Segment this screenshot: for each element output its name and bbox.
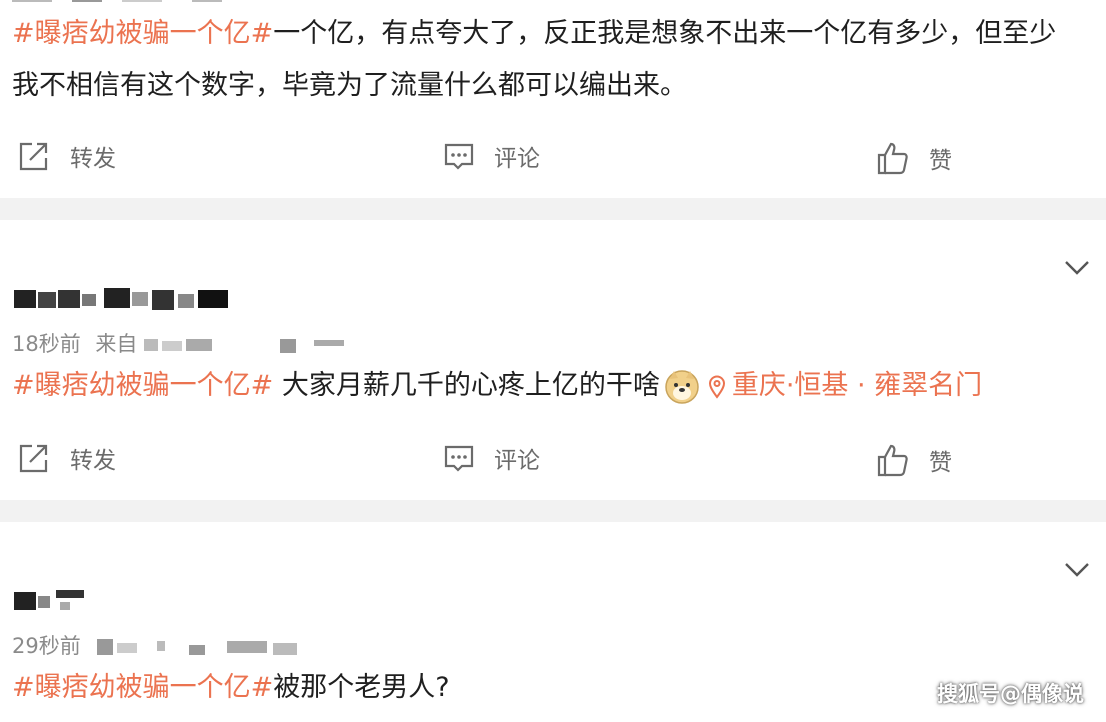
comment-icon — [444, 445, 474, 472]
hashtag-link[interactable]: #曝痞幼被骗一个亿# — [12, 18, 273, 49]
post-text: #曝痞幼被骗一个亿#被那个老男人? — [12, 664, 450, 712]
source-blurred — [144, 339, 345, 353]
comment-icon — [444, 143, 474, 170]
username-blurred[interactable] — [12, 588, 92, 614]
repost-label: 转发 — [70, 146, 116, 172]
like-label: 赞 — [929, 450, 952, 476]
chevron-down-icon[interactable] — [1064, 260, 1090, 276]
repost-icon — [19, 444, 48, 473]
repost-label: 转发 — [70, 448, 116, 474]
post-card-2: 18秒前 来自 #曝痞幼被骗一个亿# 大家月薪几千的心疼上亿的干啥 重庆·恒基 … — [0, 220, 1106, 498]
post-card-1: #曝痞幼被骗一个亿#一个亿，有点夸大了，反正我是想象不出来一个亿有多少，但至少 … — [0, 0, 1106, 198]
post-text: #曝痞幼被骗一个亿# 大家月薪几千的心疼上亿的干啥 重庆·恒基 · 雍翠名门 — [12, 362, 982, 410]
like-button[interactable]: 赞 — [877, 141, 952, 175]
post-text: #曝痞幼被骗一个亿#一个亿，有点夸大了，反正我是想象不出来一个亿有多少，但至少 — [12, 10, 1056, 58]
post-text-line-2: 我不相信有这个数字，毕竟为了流量什么都可以编出来。 — [12, 70, 687, 101]
comment-label: 评论 — [494, 146, 540, 172]
divider — [0, 198, 1106, 220]
divider — [0, 500, 1106, 522]
action-bar: 转发 评论 赞 — [0, 139, 1106, 179]
location-link[interactable]: 重庆·恒基 · 雍翠名门 — [708, 370, 982, 401]
clipped-header-blur — [12, 0, 222, 2]
post-time: 18秒前 — [12, 332, 81, 356]
hashtag-link[interactable]: #曝痞幼被骗一个亿# — [12, 672, 273, 703]
post-time: 29秒前 — [12, 634, 81, 658]
comment-label: 评论 — [494, 448, 540, 474]
chevron-down-icon[interactable] — [1064, 562, 1090, 578]
like-icon — [877, 444, 908, 477]
repost-button[interactable]: 转发 — [18, 441, 116, 475]
source-prefix: 来自 — [95, 332, 138, 356]
doge-emoji-icon — [665, 369, 699, 404]
post-body: 被那个老男人? — [273, 672, 450, 703]
watermark: 搜狐号@偶像说 — [937, 682, 1084, 706]
hashtag-link[interactable]: #曝痞幼被骗一个亿# — [12, 370, 273, 401]
repost-button[interactable]: 转发 — [18, 139, 116, 173]
post-text-line-1: 一个亿，有点夸大了，反正我是想象不出来一个亿有多少，但至少 — [273, 18, 1057, 49]
source-blurred — [97, 639, 298, 655]
repost-icon — [19, 142, 48, 171]
like-button[interactable]: 赞 — [877, 443, 952, 477]
post-meta: 18秒前 来自 — [12, 328, 354, 358]
action-bar: 转发 评论 赞 — [0, 441, 1106, 481]
comment-button[interactable]: 评论 — [444, 441, 540, 475]
like-label: 赞 — [929, 148, 952, 174]
location-label: 重庆·恒基 · 雍翠名门 — [731, 370, 983, 401]
post-body: 大家月薪几千的心疼上亿的干啥 — [273, 370, 660, 401]
post-meta: 29秒前 — [12, 630, 317, 660]
comment-button[interactable]: 评论 — [444, 139, 540, 173]
like-icon — [877, 142, 908, 175]
username-blurred[interactable] — [12, 286, 232, 312]
location-pin-icon — [708, 375, 725, 399]
